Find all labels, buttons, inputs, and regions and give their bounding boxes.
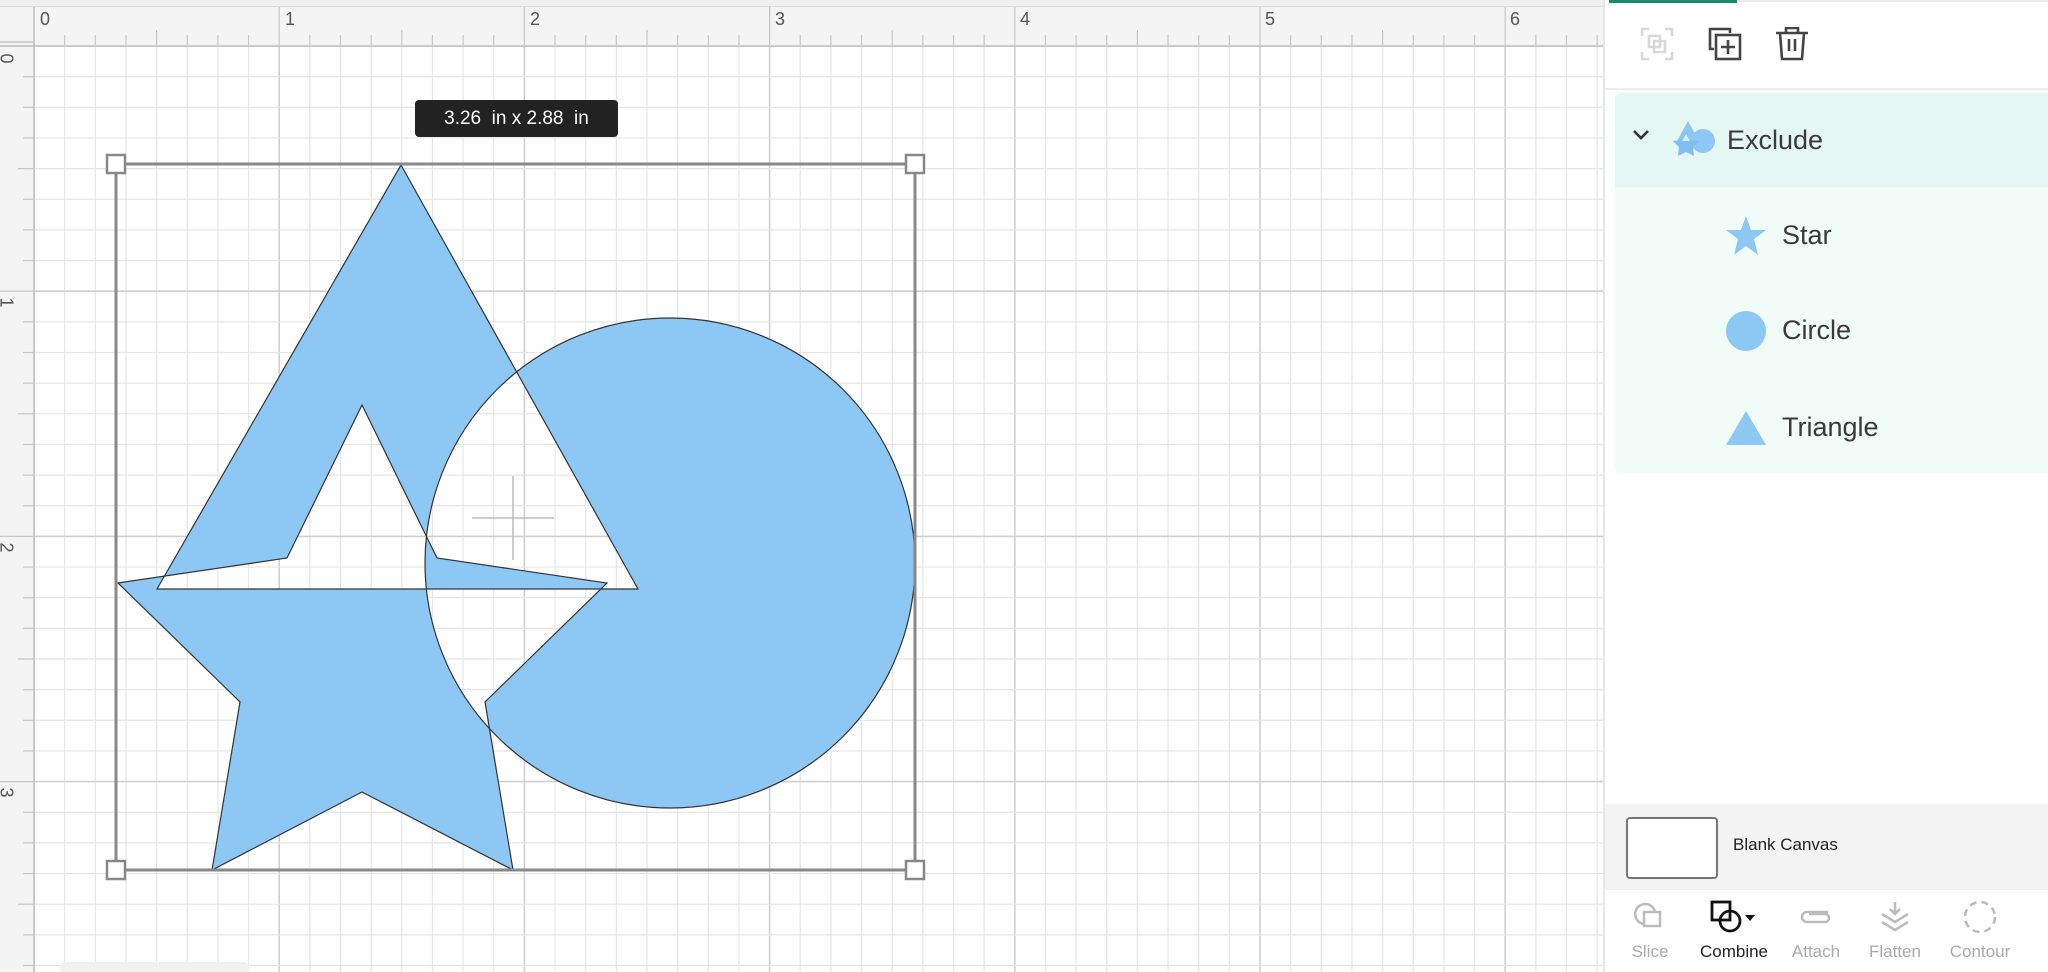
resize-handle-top-left[interactable]	[105, 153, 127, 175]
layers-panel: Exclude Star Circle Triangle Blank Canva…	[1603, 0, 2048, 972]
layer-item-circle[interactable]: Circle	[1615, 285, 2048, 375]
layer-item-star[interactable]: Star	[1615, 190, 2048, 280]
design-canvas[interactable]: 0 1 2 3 4 5 6 0 1 2 3 3.26 in x 2.88 in	[0, 0, 1603, 972]
layer-group: Exclude Star Circle Triangle	[1615, 93, 2048, 473]
triangle-icon	[1726, 411, 1766, 445]
tool-label: Contour	[1949, 942, 2011, 961]
star-icon	[1726, 216, 1766, 255]
layer-item-triangle[interactable]: Triangle	[1615, 382, 2048, 472]
flatten-icon	[1878, 894, 1912, 940]
flatten-button[interactable]: Flatten	[1860, 890, 1930, 972]
blank-canvas-label: Blank Canvas	[1733, 835, 1838, 854]
delete-icon	[1776, 27, 1808, 61]
group-icon	[1640, 27, 1674, 61]
chevron-down-icon[interactable]	[1631, 128, 1651, 147]
tool-label: Flatten	[1869, 942, 1921, 961]
delete-button[interactable]	[1774, 26, 1810, 62]
resize-handle-bottom-right[interactable]	[904, 859, 926, 881]
tool-label: Combine	[1699, 942, 1769, 961]
resize-handle-top-right[interactable]	[904, 153, 926, 175]
layer-label: Star	[1782, 219, 1832, 250]
group-button[interactable]	[1639, 26, 1675, 62]
contour-icon	[1962, 894, 1998, 940]
canvas-color-swatch[interactable]	[1626, 817, 1718, 879]
resize-handle-bottom-left[interactable]	[105, 859, 127, 881]
group-label: Exclude	[1727, 124, 1824, 155]
crosshair-icon	[472, 476, 554, 560]
duplicate-icon	[1708, 27, 1742, 61]
slice-button[interactable]: Slice	[1615, 890, 1685, 972]
design-layer[interactable]	[0, 0, 1603, 972]
layer-actions-toolbar	[1605, 2, 2048, 90]
tool-label: Attach	[1791, 942, 1841, 961]
tool-label: Slice	[1631, 942, 1669, 961]
exclude-icon	[1673, 119, 1717, 164]
duplicate-button[interactable]	[1707, 26, 1743, 62]
layer-label: Triangle	[1782, 411, 1879, 442]
attach-icon	[1798, 894, 1834, 940]
horizontal-scrollbar[interactable]	[60, 962, 250, 972]
slice-icon	[1633, 894, 1667, 940]
size-tooltip: 3.26 in x 2.88 in	[415, 100, 618, 137]
layer-group-header[interactable]: Exclude	[1615, 93, 2048, 187]
contour-button[interactable]: Contour	[1940, 890, 2020, 972]
combine-icon	[1709, 894, 1759, 940]
circle-icon	[1726, 311, 1766, 351]
layer-label: Circle	[1782, 314, 1852, 345]
attach-button[interactable]: Attach	[1781, 890, 1851, 972]
combine-button[interactable]: Combine	[1694, 890, 1774, 972]
blank-canvas-row: Blank Canvas	[1605, 804, 2048, 890]
bottom-toolbar: Slice Combine Attach Flatten Contour	[1605, 890, 2048, 972]
